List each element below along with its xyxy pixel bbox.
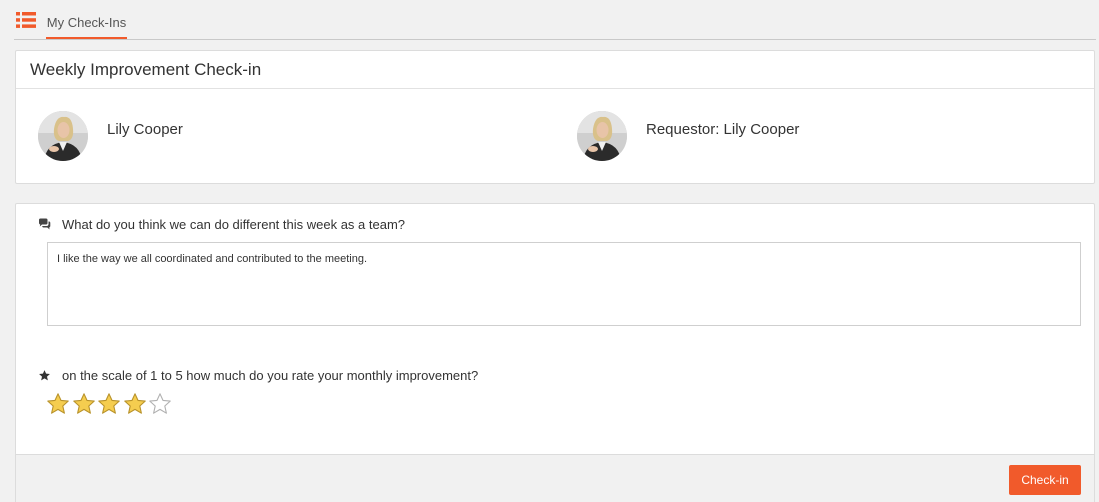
star-icon bbox=[39, 370, 50, 381]
requestor-label: Requestor: Lily Cooper bbox=[646, 121, 800, 138]
star-filled-icon[interactable] bbox=[97, 392, 121, 416]
checkin-title: Weekly Improvement Check-in bbox=[16, 51, 1094, 89]
list-menu-icon[interactable] bbox=[16, 12, 36, 28]
star-filled-icon[interactable] bbox=[123, 392, 147, 416]
tab-divider bbox=[14, 39, 1096, 40]
assignee-name: Lily Cooper bbox=[107, 121, 183, 138]
tab-my-check-ins[interactable]: My Check-Ins bbox=[46, 6, 127, 40]
checkin-info-card: Weekly Improvement Check-in Lily Cooper bbox=[15, 50, 1095, 184]
footer-bar: Check-in bbox=[15, 454, 1095, 502]
avatar-photo-icon bbox=[577, 111, 627, 161]
avatar bbox=[38, 111, 88, 161]
top-tab-bar: My Check-Ins bbox=[0, 0, 1099, 41]
star-empty-icon[interactable] bbox=[148, 392, 172, 416]
question-1-text: What do you think we can do different th… bbox=[62, 217, 406, 232]
question-2-text: on the scale of 1 to 5 how much do you r… bbox=[62, 368, 479, 383]
answer-textarea[interactable]: I like the way we all coordinated and co… bbox=[47, 242, 1081, 326]
star-filled-icon[interactable] bbox=[72, 392, 96, 416]
avatar-photo-icon bbox=[38, 111, 88, 161]
avatar bbox=[577, 111, 627, 161]
check-in-button[interactable]: Check-in bbox=[1009, 465, 1081, 495]
star-filled-icon[interactable] bbox=[46, 392, 70, 416]
questions-card: What do you think we can do different th… bbox=[15, 203, 1095, 455]
comments-icon bbox=[39, 218, 51, 230]
